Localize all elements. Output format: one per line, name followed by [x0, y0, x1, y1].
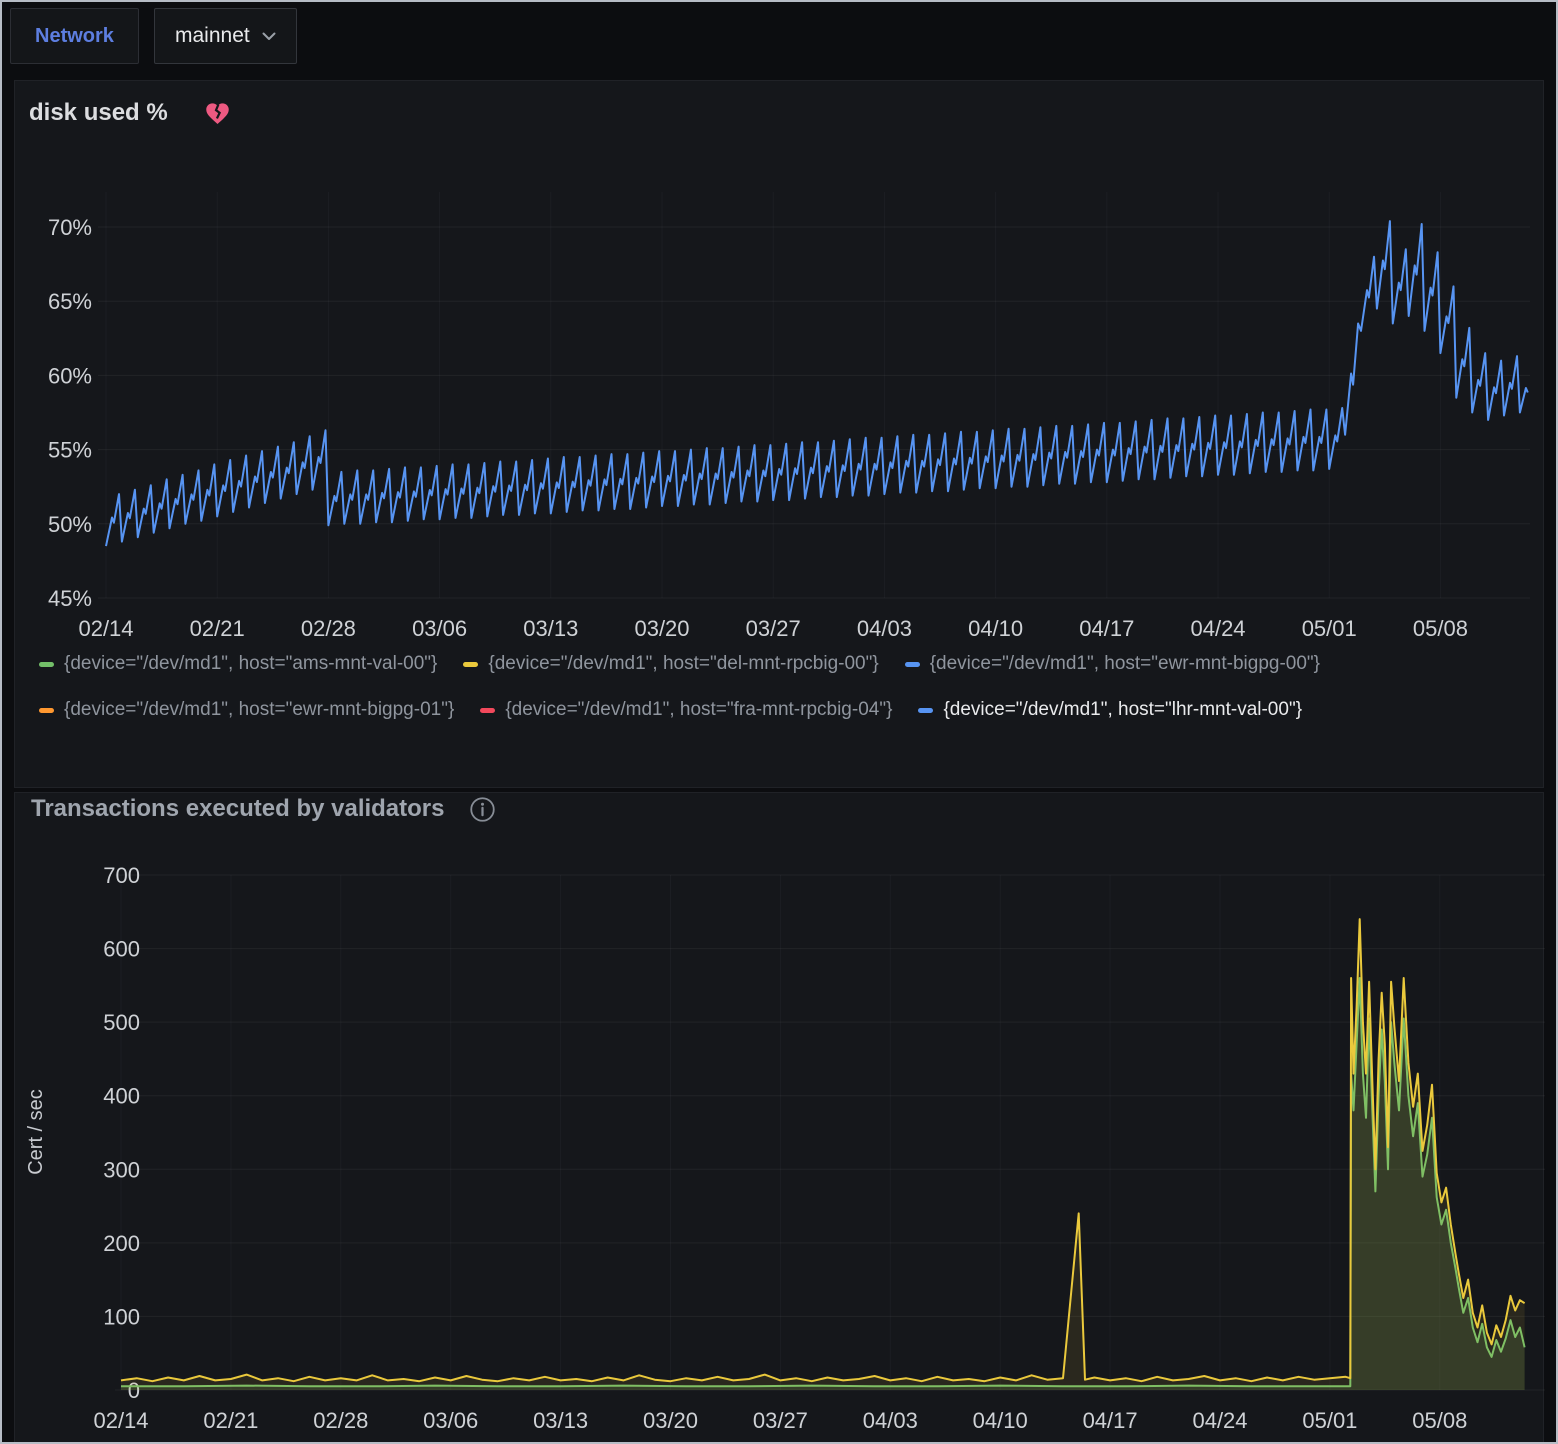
network-variable-dropdown[interactable]: mainnet	[154, 8, 297, 64]
legend-swatch	[905, 662, 920, 667]
legend-label: {device="/dev/md1", host="ewr-mnt-bigpg-…	[64, 699, 454, 721]
x-tick-label: 02/21	[190, 616, 245, 641]
x-tick-label: 02/28	[301, 616, 356, 641]
x-tick-label: 05/08	[1412, 1408, 1467, 1433]
legend-label: {device="/dev/md1", host="lhr-mnt-val-00…	[943, 699, 1302, 721]
y-tick-label: 55%	[48, 438, 92, 463]
y-tick-label: 70%	[48, 215, 92, 240]
legend-item[interactable]: {device="/dev/md1", host="ewr-mnt-bigpg-…	[39, 695, 454, 725]
x-tick-label: 02/28	[313, 1408, 368, 1433]
x-tick-label: 04/17	[1083, 1408, 1138, 1433]
validators-yellow-line	[121, 919, 1525, 1381]
validators-yellow-fill	[121, 919, 1525, 1390]
legend-item[interactable]: {device="/dev/md1", host="ams-mnt-val-00…	[39, 649, 437, 679]
panel-title-disk-used[interactable]: disk used %	[29, 99, 168, 127]
x-tick-label: 02/21	[203, 1408, 258, 1433]
x-tick-label: 04/03	[863, 1408, 918, 1433]
tx-chart-grid	[115, 875, 1545, 1390]
y-tick-label: 60%	[48, 363, 92, 388]
legend-swatch	[918, 708, 933, 713]
disk-used-series-line	[106, 221, 1528, 546]
x-tick-label: 03/06	[412, 616, 467, 641]
info-icon[interactable]	[469, 796, 496, 823]
x-tick-label: 03/06	[423, 1408, 478, 1433]
legend: {device="/dev/md1", host="ams-mnt-val-00…	[39, 649, 1519, 725]
disk-chart-grid	[98, 192, 1530, 598]
legend-swatch	[480, 708, 495, 713]
x-tick-label: 04/10	[973, 1408, 1028, 1433]
x-tick-label: 04/24	[1190, 616, 1245, 641]
x-tick-label: 04/10	[968, 616, 1023, 641]
transactions-chart[interactable]: 010020030040050060070002/1402/2102/2803/…	[0, 860, 1558, 1444]
legend-swatch	[39, 708, 54, 713]
y-tick-label: 400	[103, 1084, 140, 1109]
y-axis-label: Cert / sec	[25, 1089, 47, 1175]
legend-label: {device="/dev/md1", host="ewr-mnt-bigpg-…	[930, 653, 1320, 675]
y-tick-label: 500	[103, 1010, 140, 1035]
x-tick-label: 03/27	[753, 1408, 808, 1433]
legend-swatch	[39, 662, 54, 667]
y-tick-label: 50%	[48, 512, 92, 537]
panel-title-transactions[interactable]: Transactions executed by validators	[31, 795, 445, 823]
legend-item[interactable]: {device="/dev/md1", host="del-mnt-rpcbig…	[463, 649, 878, 679]
x-tick-label: 02/14	[93, 1408, 148, 1433]
y-tick-label: 600	[103, 937, 140, 962]
legend-item[interactable]: {device="/dev/md1", host="lhr-mnt-val-00…	[918, 695, 1302, 725]
x-tick-label: 03/13	[533, 1408, 588, 1433]
y-tick-label: 300	[103, 1157, 140, 1182]
validators-green-fill	[121, 978, 1525, 1390]
network-variable-value[interactable]: mainnet	[175, 24, 250, 48]
chevron-down-icon	[262, 32, 276, 41]
x-tick-label: 04/24	[1192, 1408, 1247, 1433]
legend-swatch	[463, 662, 478, 667]
y-tick-label: 65%	[48, 289, 92, 314]
x-tick-label: 03/27	[746, 616, 801, 641]
panel-transactions-header: Transactions executed by validators	[31, 795, 496, 823]
x-tick-label: 04/17	[1079, 616, 1134, 641]
x-tick-label: 02/14	[78, 616, 133, 641]
y-tick-label: 700	[103, 863, 140, 888]
y-tick-label: 100	[103, 1304, 140, 1329]
x-tick-label: 03/20	[643, 1408, 698, 1433]
network-variable-label-box: Network	[10, 8, 139, 64]
network-variable-label: Network	[35, 25, 114, 48]
y-tick-label: 200	[103, 1231, 140, 1256]
legend-label: {device="/dev/md1", host="del-mnt-rpcbig…	[488, 653, 878, 675]
legend-item[interactable]: {device="/dev/md1", host="fra-mnt-rpcbig…	[480, 695, 892, 725]
panel-disk-used-header: disk used %	[29, 99, 231, 127]
validators-green-line	[121, 978, 1525, 1386]
x-tick-label: 04/03	[857, 616, 912, 641]
disk-used-chart[interactable]: 45% 50% 55% 60% 65% 70% 02/14 02/21 02/28 03/06 03…	[0, 180, 1558, 650]
y-tick-label: 45%	[48, 586, 92, 611]
legend-label: {device="/dev/md1", host="ams-mnt-val-00…	[64, 653, 437, 675]
broken-heart-alert-icon	[204, 100, 231, 127]
x-tick-label: 05/01	[1302, 616, 1357, 641]
legend-item[interactable]: {device="/dev/md1", host="ewr-mnt-bigpg-…	[905, 649, 1320, 679]
x-tick-label: 05/01	[1302, 1408, 1357, 1433]
x-tick-label: 05/08	[1413, 616, 1468, 641]
legend-label: {device="/dev/md1", host="fra-mnt-rpcbig…	[505, 699, 892, 721]
x-tick-label: 03/13	[523, 616, 578, 641]
x-tick-label: 03/20	[634, 616, 689, 641]
